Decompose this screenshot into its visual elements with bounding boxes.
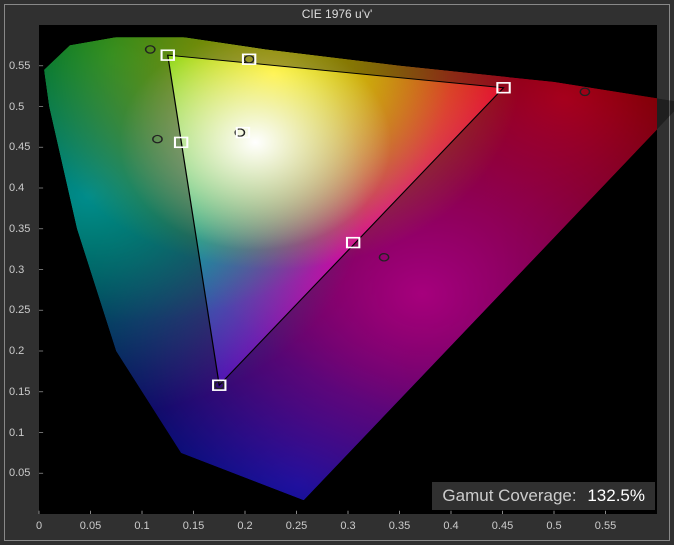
y-tick-label: 0.1: [9, 427, 24, 439]
x-tick-label: 0.35: [389, 520, 410, 532]
y-tick-label: 0.35: [9, 223, 30, 235]
y-tick-label: 0.15: [9, 386, 30, 398]
x-tick-label: 0.15: [183, 520, 204, 532]
y-tick-label: 0.05: [9, 467, 30, 479]
y-tick-label: 0.5: [9, 101, 24, 113]
x-tick-label: 0.3: [340, 520, 355, 532]
chart-frame: CIE 1976 u'v': [4, 4, 670, 541]
x-tick-label: 0.5: [546, 520, 561, 532]
x-tick-label: 0.2: [237, 520, 252, 532]
y-tick-label: 0.2: [9, 345, 24, 357]
gamut-coverage-readout: Gamut Coverage: 132.5%: [432, 482, 655, 510]
y-tick-label: 0.45: [9, 141, 30, 153]
gamut-coverage-label: Gamut Coverage:: [442, 486, 576, 505]
gamut-coverage-value: 132.5%: [587, 486, 645, 505]
x-tick-label: 0: [36, 520, 42, 532]
y-tick-label: 0.55: [9, 60, 30, 72]
y-tick-label: 0.25: [9, 304, 30, 316]
x-tick-label: 0.45: [492, 520, 513, 532]
chart-title: CIE 1976 u'v': [5, 7, 669, 21]
plot-area: [39, 25, 657, 514]
spectral-locus-fill: [39, 25, 674, 514]
y-tick-label: 0.4: [9, 182, 24, 194]
x-tick-label: 0.1: [134, 520, 149, 532]
x-tick-label: 0.25: [286, 520, 307, 532]
x-tick-label: 0.4: [443, 520, 458, 532]
x-tick-label: 0.55: [595, 520, 616, 532]
x-tick-label: 0.05: [80, 520, 101, 532]
chart-panel: CIE 1976 u'v': [0, 0, 674, 545]
cie-diagram: [39, 25, 657, 514]
y-tick-label: 0.3: [9, 264, 24, 276]
